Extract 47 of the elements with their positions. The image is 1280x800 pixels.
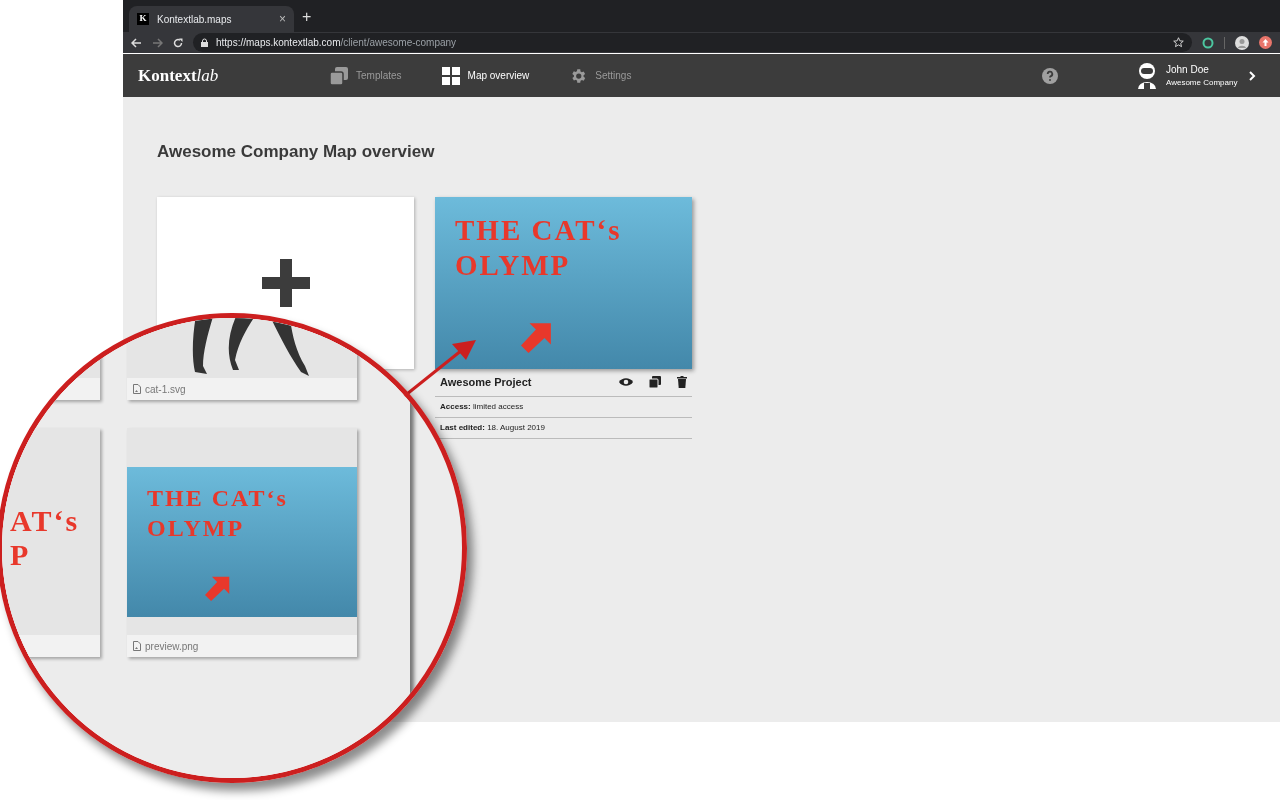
file-card[interactable]: cat-1.svg bbox=[127, 318, 357, 400]
arrow-icon bbox=[205, 575, 231, 601]
company-name: Awesome Company bbox=[1166, 77, 1236, 89]
preview-title: THE CAT‘s bbox=[147, 484, 288, 513]
chevron-right-icon[interactable] bbox=[1248, 70, 1256, 81]
preview-title: AT‘s bbox=[10, 504, 80, 538]
new-tab-button[interactable]: + bbox=[302, 5, 312, 29]
logo[interactable]: Kontextlab bbox=[138, 62, 330, 89]
plus-icon bbox=[261, 258, 310, 307]
extension-icon[interactable] bbox=[1202, 36, 1214, 49]
lock-icon bbox=[201, 38, 208, 47]
copy-icon[interactable] bbox=[649, 376, 661, 388]
close-icon[interactable]: × bbox=[279, 10, 286, 28]
file-card[interactable]: THE CAT‘s OLYMP preview.png bbox=[127, 428, 357, 657]
stacked-pages-icon bbox=[330, 66, 348, 85]
page-title: Awesome Company Map overview bbox=[157, 141, 436, 163]
project-name: Awesome Project bbox=[440, 374, 533, 390]
access-text: Access: limited access bbox=[440, 400, 524, 413]
arrow-icon bbox=[521, 320, 553, 353]
last-edited-text: Last edited: 18. August 2019 bbox=[440, 421, 545, 434]
grid-icon bbox=[441, 66, 460, 85]
profile-icon[interactable] bbox=[1235, 35, 1249, 50]
file-icon bbox=[133, 641, 141, 651]
file-name: cat-1.svg bbox=[145, 382, 186, 397]
file-name: preview.png bbox=[145, 639, 199, 654]
address-field[interactable]: https://maps.kontextlab.com/client/awesome-company bbox=[193, 33, 1192, 52]
help-icon[interactable] bbox=[1042, 67, 1058, 84]
favicon-icon: K bbox=[137, 13, 149, 25]
astronaut-avatar-icon[interactable] bbox=[1136, 62, 1158, 89]
preview-title: THE CAT‘s bbox=[455, 212, 622, 248]
preview-title: OLYMP bbox=[455, 247, 572, 283]
update-icon[interactable] bbox=[1259, 36, 1272, 49]
file-icon bbox=[133, 384, 141, 394]
nav-tab[interactable]: Templates bbox=[330, 62, 402, 89]
nav-tab[interactable]: Map overview bbox=[441, 62, 530, 89]
back-icon[interactable] bbox=[131, 37, 142, 48]
tab-title: Kontextlab.maps bbox=[157, 12, 233, 27]
browser-tab[interactable]: K Kontextlab.maps × bbox=[129, 6, 294, 32]
reload-icon[interactable] bbox=[173, 37, 183, 48]
preview-title: OLYMP bbox=[147, 514, 246, 543]
eye-icon[interactable] bbox=[619, 377, 633, 387]
url-text: https://maps.kontextlab.com/client/awesome-company bbox=[216, 36, 457, 50]
star-icon[interactable] bbox=[1173, 37, 1184, 48]
trash-icon[interactable] bbox=[677, 376, 687, 388]
user-name: John Doe bbox=[1166, 63, 1210, 77]
preview-title: P bbox=[10, 538, 32, 572]
nav-tab[interactable]: Settings bbox=[569, 62, 632, 89]
